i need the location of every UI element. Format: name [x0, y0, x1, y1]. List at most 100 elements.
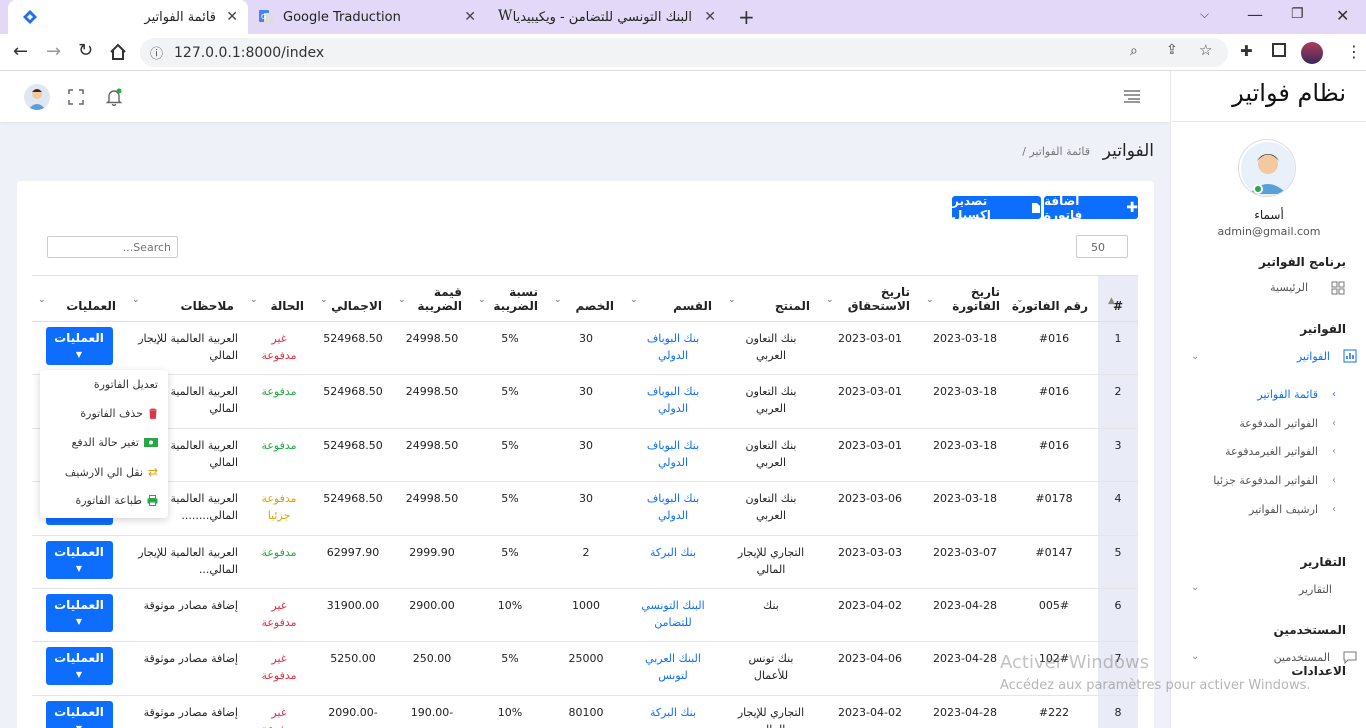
sort-icon: ⌄	[38, 295, 46, 305]
share-icon[interactable]: ⇪	[1166, 42, 1178, 58]
sidebar-item-users[interactable]: المستخدمين	[1274, 651, 1330, 664]
col-header-notes[interactable]: ملاحظات ⌄	[126, 275, 244, 322]
operations-button[interactable]: العمليات▼	[45, 593, 113, 632]
close-window-icon[interactable]: ✕	[1336, 6, 1349, 25]
cell-status: غير مدفوعة	[244, 641, 314, 696]
print-icon	[147, 495, 158, 506]
google-translate-icon: G	[258, 9, 274, 25]
operations-button[interactable]: العمليات▼	[45, 647, 113, 686]
cell-section[interactable]: بنك البوباف الدولي	[624, 321, 722, 376]
sidebar-item-invoice-list[interactable]: قائمة الفواتير	[1257, 388, 1318, 401]
exchange-icon: ⇄	[147, 465, 158, 479]
bookmark-star-icon[interactable]: ☆	[1199, 41, 1212, 59]
operations-button[interactable]: العمليات▼	[45, 700, 113, 728]
sidebar-item-unpaid-invoices[interactable]: الفواتير الغيرمدفوعة	[1225, 445, 1318, 458]
chevron-down-icon[interactable]: ⌄	[1191, 582, 1199, 593]
sidebar-item-paid-invoices[interactable]: الفواتير المدفوعة	[1239, 417, 1318, 430]
minimize-icon[interactable]: —	[1247, 5, 1263, 24]
fullscreen-icon[interactable]	[68, 89, 84, 105]
wikipedia-icon: W	[498, 8, 513, 24]
add-invoice-button[interactable]: اضافة فاتورة ✚	[1044, 194, 1138, 222]
cell-section[interactable]: بنك البركة	[624, 695, 722, 728]
forward-icon[interactable]: →	[46, 41, 61, 62]
browser-tab-wikipedia[interactable]: W البنك التونسي للتضامن - ويكيبيديا ✕	[490, 0, 728, 34]
search-input[interactable]	[47, 236, 178, 258]
cell-invoice-date: 2023-03-18	[920, 321, 1010, 376]
menu-item-edit-invoice[interactable]: تعديل الفاتورة	[94, 378, 158, 391]
info-icon[interactable]: ⓘ	[150, 43, 163, 62]
col-header-index[interactable]: # ▲	[1098, 275, 1138, 322]
col-header-status[interactable]: الحالة ⌄	[244, 275, 314, 322]
cell-due-date: 2023-03-01	[820, 428, 920, 483]
sidebar-item-partial-invoices[interactable]: الفواتير المدفوعة جزئيا	[1213, 474, 1318, 487]
browser-tab-translate[interactable]: G Google Traduction ✕	[250, 0, 488, 34]
page-size-select[interactable]: 50	[1076, 235, 1128, 258]
brand-title[interactable]: نظام فواتير	[1232, 79, 1346, 107]
close-tab-icon[interactable]: ✕	[704, 9, 716, 25]
cell-product: بنك التعاون العربي	[722, 481, 820, 536]
back-icon[interactable]: ←	[13, 41, 28, 62]
sidebar-item-invoices[interactable]: الفواتير	[1297, 350, 1330, 363]
cell-invoice-date: 2023-04-28	[920, 588, 1010, 643]
reload-icon[interactable]: ↻	[78, 40, 93, 61]
cell-operations: العمليات▼	[32, 641, 126, 696]
cell-operations: العمليات▼	[32, 321, 126, 376]
breadcrumb[interactable]: / قائمة الفواتير	[1022, 145, 1090, 158]
menu-item-print-invoice[interactable]: طباعة الفاتورة	[75, 494, 158, 507]
menu-item-change-payment-status[interactable]: تغير حالة الدفع	[72, 436, 158, 449]
cell-operations: العمليات▼	[32, 535, 126, 589]
close-tab-icon[interactable]: ✕	[464, 9, 476, 25]
user-avatar[interactable]	[24, 84, 50, 110]
export-excel-button[interactable]: تصدير اكسيل	[952, 194, 1041, 222]
operations-button[interactable]: العمليات▼	[45, 540, 113, 579]
menu-item-delete-invoice[interactable]: حذف الفاتورة	[80, 407, 158, 420]
chevron-down-icon[interactable]: ⌄	[1191, 651, 1199, 662]
col-header-section[interactable]: القسم ⌄	[624, 275, 722, 322]
cell-section[interactable]: بنك البركة	[624, 535, 722, 589]
cell-section[interactable]: البنك العربي لتونس	[624, 641, 722, 696]
col-header-tax-value[interactable]: قيمة الضريبة ⌄	[392, 275, 472, 322]
extensions-icon[interactable]: ✚	[1240, 42, 1253, 60]
sidebar-item-home[interactable]: الرئيسية	[1270, 281, 1308, 294]
cell-section[interactable]: بنك البوباف الدولي	[624, 481, 722, 536]
restore-icon[interactable]: ❐	[1291, 6, 1304, 22]
cell-tax-value: 24998.50	[392, 321, 472, 376]
close-tab-icon[interactable]: ✕	[226, 9, 238, 25]
col-header-due-date[interactable]: تاريخ الاستحقاق ⌄	[820, 275, 920, 322]
home-icon[interactable]	[109, 43, 127, 61]
sidepanel-icon[interactable]	[1272, 43, 1286, 57]
cell-discount: 30	[548, 428, 624, 483]
cell-section[interactable]: البنك التونسي للتضامن	[624, 588, 722, 643]
col-header-total[interactable]: الاجمالي ⌄	[314, 275, 392, 322]
sidebar-item-reports[interactable]: التقارير	[1299, 583, 1332, 596]
browser-tab-invoices[interactable]: قائمة الفواتير ✕	[8, 0, 248, 34]
sidebar-toggle-icon[interactable]	[1123, 89, 1141, 103]
col-header-invoice-number[interactable]: رقم الفاتورة ⌄	[1010, 275, 1098, 322]
operations-button[interactable]: العمليات▼	[45, 327, 113, 365]
sidebar-heading-reports: التقارير	[1300, 555, 1346, 569]
col-header-discount[interactable]: الخصم ⌄	[548, 275, 624, 322]
col-header-product[interactable]: المنتج ⌄	[722, 275, 820, 322]
tab-search-chevron-icon[interactable]: ⌵	[1200, 7, 1209, 22]
cell-row-index: 1	[1098, 321, 1138, 376]
cell-discount: 30	[548, 374, 624, 429]
zoom-icon[interactable]: ⌕	[1130, 43, 1138, 59]
sort-icon: ⌄	[132, 295, 140, 305]
cell-section[interactable]: بنك البوباف الدولي	[624, 374, 722, 429]
browser-menu-icon[interactable]: ⋮	[1346, 42, 1362, 61]
address-field[interactable]: ⓘ 127.0.0.1:8000/index ⌕ ⇪ ☆	[140, 38, 1228, 67]
sidebar-item-invoice-archive[interactable]: ارشيف الفواتير	[1249, 503, 1318, 516]
new-tab-icon[interactable]: +	[738, 5, 755, 29]
cell-section[interactable]: بنك البوباف الدولي	[624, 428, 722, 483]
chevron-down-icon[interactable]: ⌄	[1191, 351, 1199, 362]
col-header-tax-rate[interactable]: نسبة الضريبة ⌄	[472, 275, 548, 322]
caret-down-icon: ▼	[75, 563, 83, 573]
profile-avatar[interactable]	[1301, 42, 1323, 64]
cell-tax-rate: 10%	[472, 588, 548, 643]
col-header-invoice-date[interactable]: تاريخ الفاتورة ⌄	[920, 275, 1010, 322]
cell-product: بنك	[722, 588, 820, 643]
menu-item-move-to-archive[interactable]: ⇄ نقل الي الارشيف	[65, 465, 158, 479]
col-header-operations[interactable]: العمليات ⌄	[32, 275, 126, 322]
bell-icon[interactable]	[106, 88, 122, 106]
cell-product: التجاري للإيجار المالي	[722, 535, 820, 589]
